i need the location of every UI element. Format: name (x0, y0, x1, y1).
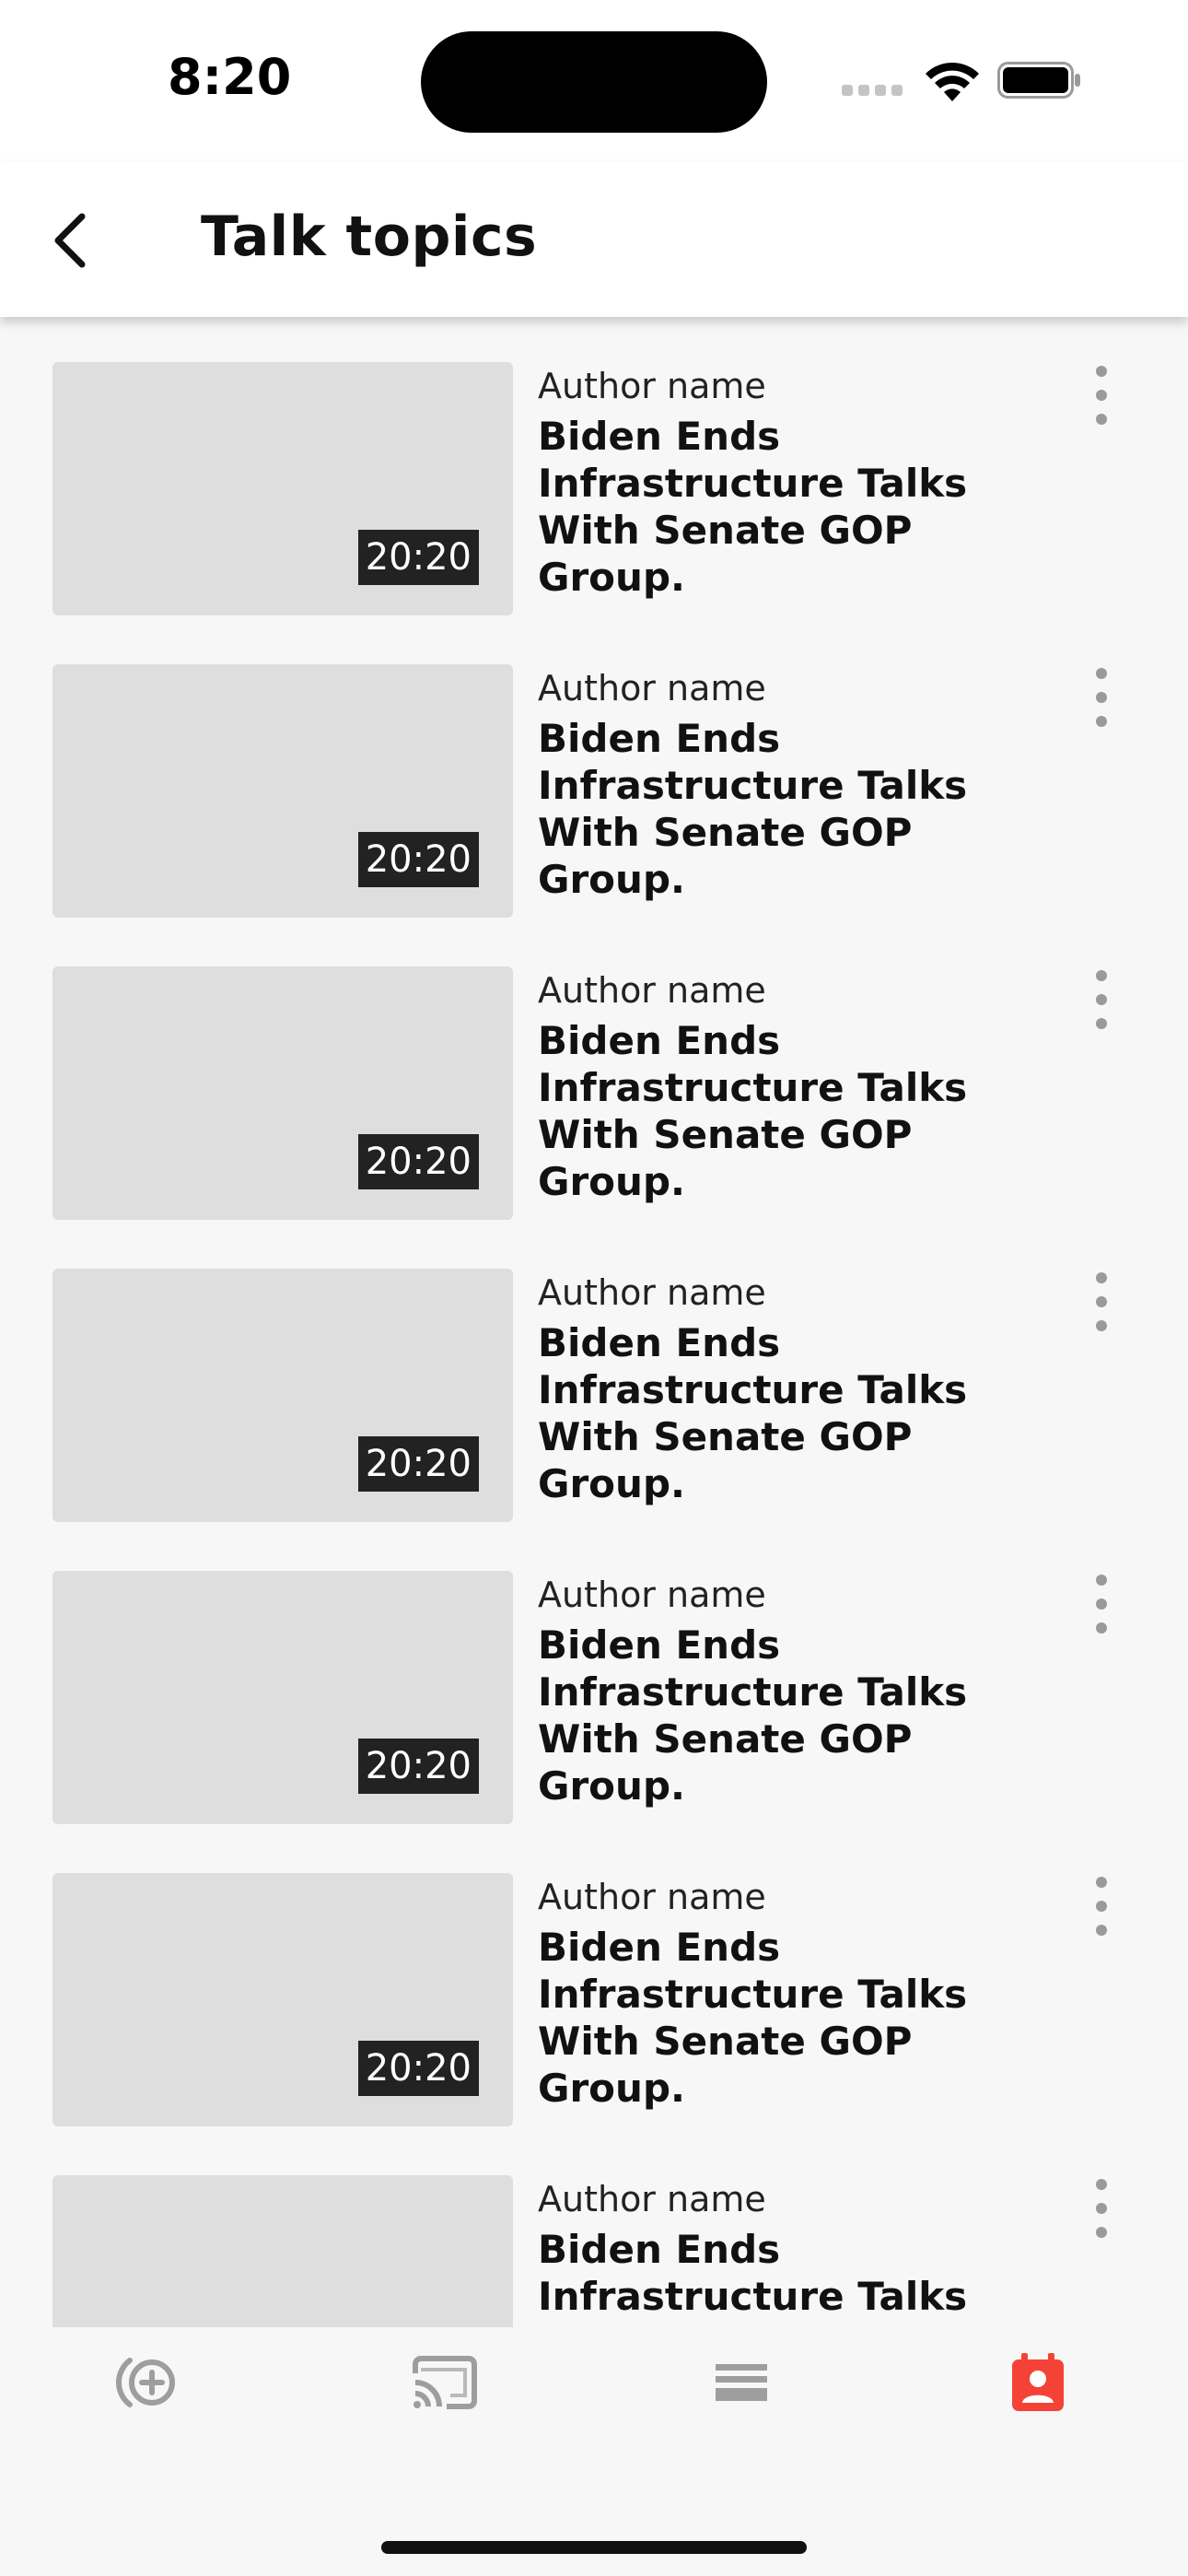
item-text: Author name Biden Ends Infrastructure Ta… (538, 1572, 1054, 1809)
list-item[interactable]: 20:20 Author name Biden Ends Infrastruct… (0, 1828, 1188, 2130)
more-vert-icon (1096, 366, 1107, 377)
page-title: Talk topics (201, 205, 538, 269)
item-text: Author name Biden Ends Infrastructure Ta… (538, 1270, 1054, 1507)
duration-badge: 20:20 (357, 2041, 479, 2096)
dynamic-island (421, 31, 767, 133)
video-thumbnail[interactable]: 20:20 (52, 966, 513, 1220)
item-title: Biden Ends Infrastructure Talks With Sen… (538, 1320, 968, 1506)
duration-badge: 20:20 (357, 832, 479, 887)
nav-item-cast[interactable] (297, 2327, 593, 2438)
list-icon (716, 2364, 767, 2401)
video-thumbnail[interactable]: 20:20 (52, 1571, 513, 1824)
item-title: Biden Ends Infrastructure Talks With Sen… (538, 716, 968, 902)
item-text: Author name Biden Ends Infrastructure Ta… (538, 967, 1054, 1205)
item-title: Biden Ends Infrastructure Talks With Sen… (538, 414, 968, 600)
video-thumbnail[interactable]: 20:20 (52, 664, 513, 918)
item-title: Biden Ends Infrastructure Talks With Sen… (538, 1622, 968, 1809)
more-options-button[interactable] (1079, 664, 1124, 731)
item-text: Author name Biden Ends Infrastructure Ta… (538, 2176, 1054, 2327)
duration-badge: 20:20 (357, 1134, 479, 1189)
battery-icon (997, 62, 1080, 99)
list-item[interactable]: Author name Biden Ends Infrastructure Ta… (0, 2130, 1188, 2327)
more-options-button[interactable] (1079, 1873, 1124, 1939)
list-item[interactable]: 20:20 Author name Biden Ends Infrastruct… (0, 921, 1188, 1224)
contact-calendar-icon (1012, 2353, 1064, 2411)
more-vert-icon (1096, 1575, 1107, 1586)
author-name: Author name (538, 970, 766, 1011)
wifi-icon (926, 62, 979, 101)
more-options-button[interactable] (1079, 2175, 1124, 2242)
video-thumbnail[interactable]: 20:20 (52, 1873, 513, 2126)
status-bar: 8:20 (0, 0, 1188, 162)
duration-badge: 20:20 (357, 530, 479, 585)
more-options-button[interactable] (1079, 1269, 1124, 1335)
video-thumbnail[interactable] (52, 2175, 513, 2327)
more-vert-icon (1096, 668, 1107, 679)
nav-item-contacts[interactable] (890, 2327, 1186, 2438)
author-name: Author name (538, 668, 766, 708)
more-options-button[interactable] (1079, 1571, 1124, 1637)
more-vert-icon (1096, 970, 1107, 981)
duration-badge: 20:20 (357, 1739, 479, 1794)
cellular-signal-icon (842, 85, 906, 96)
back-button[interactable] (28, 199, 111, 282)
item-text: Author name Biden Ends Infrastructure Ta… (538, 1874, 1054, 2112)
author-name: Author name (538, 366, 766, 406)
author-name: Author name (538, 2179, 766, 2219)
add-podcast-icon (116, 2358, 175, 2407)
more-vert-icon (1096, 2179, 1107, 2190)
author-name: Author name (538, 1272, 766, 1313)
app-bar: Talk topics (0, 162, 1188, 317)
item-text: Author name Biden Ends Infrastructure Ta… (538, 363, 1054, 601)
nav-item-add-podcast[interactable] (0, 2327, 297, 2438)
duration-badge: 20:20 (357, 1436, 479, 1492)
item-title: Biden Ends Infrastructure Talks With Sen… (538, 1925, 968, 2111)
author-name: Author name (538, 1575, 766, 1615)
bottom-navigation (0, 2327, 1188, 2576)
list-item[interactable]: 20:20 Author name Biden Ends Infrastruct… (0, 1526, 1188, 1828)
item-text: Author name Biden Ends Infrastructure Ta… (538, 665, 1054, 903)
chevron-left-icon (54, 213, 86, 268)
more-options-button[interactable] (1079, 966, 1124, 1033)
more-options-button[interactable] (1079, 362, 1124, 428)
list-item[interactable]: 20:20 Author name Biden Ends Infrastruct… (0, 619, 1188, 921)
item-title: Biden Ends Infrastructure Talks With Sen… (538, 2227, 968, 2327)
nav-item-list[interactable] (593, 2327, 890, 2438)
more-vert-icon (1096, 1272, 1107, 1283)
status-time: 8:20 (168, 48, 292, 106)
author-name: Author name (538, 1877, 766, 1917)
more-vert-icon (1096, 1877, 1107, 1888)
cast-icon (413, 2356, 477, 2409)
video-thumbnail[interactable]: 20:20 (52, 1269, 513, 1522)
item-title: Biden Ends Infrastructure Talks With Sen… (538, 1018, 968, 1204)
home-indicator (381, 2541, 807, 2554)
talk-list[interactable]: 20:20 Author name Biden Ends Infrastruct… (0, 317, 1188, 2327)
list-item[interactable]: 20:20 Author name Biden Ends Infrastruct… (0, 1224, 1188, 1526)
list-item[interactable]: 20:20 Author name Biden Ends Infrastruct… (0, 317, 1188, 619)
video-thumbnail[interactable]: 20:20 (52, 362, 513, 615)
